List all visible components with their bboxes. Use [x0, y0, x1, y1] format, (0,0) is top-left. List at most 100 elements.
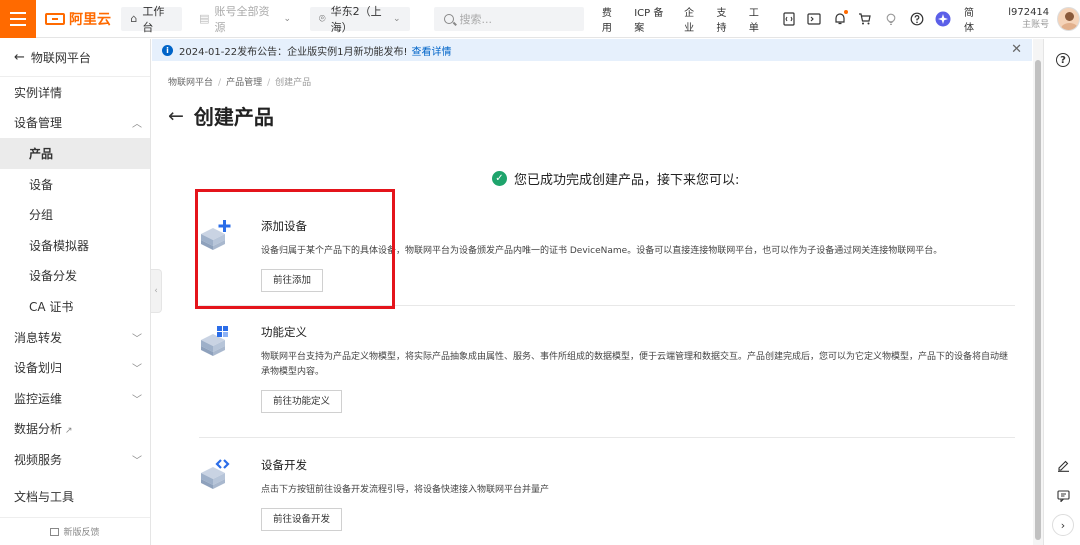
breadcrumb-item[interactable]: 产品管理: [226, 78, 262, 88]
language-switch[interactable]: 简体: [964, 4, 982, 34]
sidebar-item[interactable]: 消息转发 ﹀: [0, 322, 150, 353]
region-selector[interactable]: ⌾ 华东2（上海） ⌄: [309, 5, 410, 34]
sidebar-item[interactable]: 文档与工具: [0, 481, 150, 512]
top-icon-group: 简体: [781, 4, 982, 34]
sidebar-item[interactable]: 数据分析 ↗: [0, 414, 150, 445]
sidebar-collapse-handle[interactable]: ‹: [151, 269, 162, 313]
sidebar-item-label: CA 证书: [29, 299, 74, 314]
location-icon: ⌾: [318, 11, 326, 25]
user-name: l972414: [1008, 6, 1050, 18]
link-billing[interactable]: 费用: [602, 4, 620, 34]
search-input[interactable]: 搜索...: [433, 6, 584, 31]
sidebar-item-label: 数据分析: [14, 422, 63, 437]
info-icon: i: [162, 44, 173, 56]
divider: [199, 437, 1015, 438]
user-role: 主账号: [1022, 19, 1050, 30]
page-title-row: ← 创建产品: [168, 101, 274, 130]
go-function-definition-button[interactable]: 前往功能定义: [261, 390, 343, 413]
step-description: 物联网平台支持为产品定义物模型，将实际产品抽象成由属性、服务、事件所组成的数据模…: [261, 352, 1009, 377]
ai-assistant-icon[interactable]: [935, 11, 951, 27]
sidebar: ← 物联网平台 实例详情设备管理 ︿ 产品设备分组设备模拟器设备分发 CA 证书消息转…: [0, 39, 151, 545]
aliyun-logo-mark: [45, 12, 66, 25]
user-info[interactable]: l972414 主账号: [1008, 7, 1049, 31]
menu-icon[interactable]: [0, 0, 37, 38]
workbench-label: 工作台: [142, 4, 165, 34]
check-circle-icon: ✓: [492, 171, 507, 186]
announcement-text: 2024-01-22发布公告：企业版实例1月新功能发布!: [179, 46, 408, 58]
top-links: 费用 ICP 备案 企业 支持 工单: [602, 4, 781, 34]
chevron-down-icon: ﹀: [132, 394, 142, 406]
sidebar-header[interactable]: ← 物联网平台: [0, 39, 150, 77]
aliyun-logo[interactable]: 阿里云: [45, 9, 111, 29]
link-support[interactable]: 支持: [717, 4, 735, 34]
account-resources-dropdown[interactable]: ▤ 账号全部资源 ⌄: [190, 5, 300, 34]
terminal-icon[interactable]: [807, 11, 822, 27]
step-body: 功能定义 物联网平台支持为产品定义物模型，将实际产品抽象成由属性、服务、事件所组…: [261, 324, 1011, 413]
sidebar-item-label: 消息转发: [14, 330, 63, 345]
back-arrow-icon[interactable]: ←: [14, 50, 25, 65]
sidebar-item-label: 设备分发: [29, 269, 78, 284]
chevron-down-icon: ﹀: [132, 333, 142, 345]
help-icon[interactable]: [909, 11, 924, 27]
announcement-bar: i 2024-01-22发布公告：企业版实例1月新功能发布! 查看详情 ✕: [152, 39, 1032, 61]
go-device-development-button[interactable]: 前往设备开发: [261, 508, 343, 531]
lightbulb-icon[interactable]: [884, 11, 899, 27]
code-icon[interactable]: [781, 11, 796, 27]
cart-icon[interactable]: [858, 11, 873, 27]
help-icon[interactable]: ?: [1056, 53, 1070, 67]
sidebar-item[interactable]: 实例详情: [0, 77, 150, 108]
search-placeholder: 搜索...: [459, 12, 493, 26]
breadcrumb: 物联网平台 / 产品管理 / 创建产品: [168, 78, 312, 88]
sidebar-item[interactable]: 产品: [0, 138, 150, 169]
success-message: ✓ 您已成功完成创建产品，接下来您可以:: [492, 169, 739, 188]
sidebar-item-label: 设备: [29, 177, 54, 192]
link-tickets[interactable]: 工单: [749, 4, 767, 34]
breadcrumb-current: 创建产品: [275, 78, 312, 88]
sidebar-item[interactable]: 设备: [0, 169, 150, 200]
sidebar-item[interactable]: 视频服务 ﹀: [0, 444, 150, 475]
feedback-icon: [50, 527, 60, 536]
chat-icon[interactable]: [1052, 484, 1074, 506]
avatar[interactable]: [1057, 6, 1080, 31]
sidebar-item[interactable]: 设备划归 ﹀: [0, 352, 150, 383]
logo-text: 阿里云: [69, 11, 112, 28]
sidebar-item[interactable]: 设备管理 ︿: [0, 108, 150, 139]
chevron-down-icon: ﹀: [132, 364, 142, 376]
page-title: 创建产品: [193, 105, 274, 129]
sidebar-item-label: 设备划归: [14, 361, 63, 376]
close-icon[interactable]: ✕: [1011, 42, 1022, 57]
resource-icon: ▤: [199, 12, 210, 25]
region-label: 华东2（上海）: [330, 4, 382, 34]
sidebar-item-label: 实例详情: [14, 85, 63, 100]
search-icon: [443, 13, 454, 24]
sidebar-item[interactable]: 分组: [0, 199, 150, 230]
bell-icon[interactable]: [832, 9, 849, 27]
breadcrumb-item[interactable]: 物联网平台: [168, 78, 213, 88]
chevron-down-icon: ⌄: [392, 13, 401, 24]
step-title: 功能定义: [261, 325, 307, 339]
workbench-button[interactable]: ⌂ 工作台: [121, 5, 183, 34]
sidebar-item[interactable]: 设备模拟器: [0, 230, 150, 261]
step-description: 点击下方按钮前往设备开发流程引导，将设备快速接入物联网平台并量产: [261, 485, 550, 495]
back-arrow-icon[interactable]: ←: [168, 105, 184, 127]
feedback-button[interactable]: 新版反馈: [0, 517, 150, 545]
sidebar-item[interactable]: 监控运维 ﹀: [0, 383, 150, 414]
sidebar-item-label: 设备模拟器: [29, 238, 90, 253]
announcement-link[interactable]: 查看详情: [412, 43, 452, 58]
sidebar-item[interactable]: CA 证书: [0, 291, 150, 322]
edit-icon[interactable]: [1052, 454, 1074, 476]
chevron-right-icon[interactable]: ›: [1052, 514, 1074, 536]
external-link-icon: ↗: [65, 426, 73, 437]
sidebar-menu: 实例详情 设备管理 ︿ 产品 设备 分组 设备模拟器 设备分发 CA 证书 消息转发 ﹀ 设备划归 ﹀ 监…: [0, 77, 150, 511]
chevron-down-icon: ⌄: [283, 13, 291, 24]
sidebar-item-label: 产品: [29, 146, 54, 161]
scrollbar-thumb[interactable]: [1035, 60, 1041, 540]
top-navigation-bar: 阿里云 ⌂ 工作台 ▤ 账号全部资源 ⌄ ⌾ 华东2（上海） ⌄ 搜索... 费…: [0, 0, 1080, 38]
sidebar-item[interactable]: 设备分发: [0, 261, 150, 292]
link-icp[interactable]: ICP 备案: [634, 4, 670, 34]
chevron-up-icon: ︿: [132, 119, 142, 131]
sidebar-item-label: 文档与工具: [14, 489, 75, 504]
chevron-down-icon: ﹀: [132, 455, 142, 467]
link-enterprise[interactable]: 企业: [684, 4, 702, 34]
sidebar-item-label: 视频服务: [14, 452, 63, 467]
